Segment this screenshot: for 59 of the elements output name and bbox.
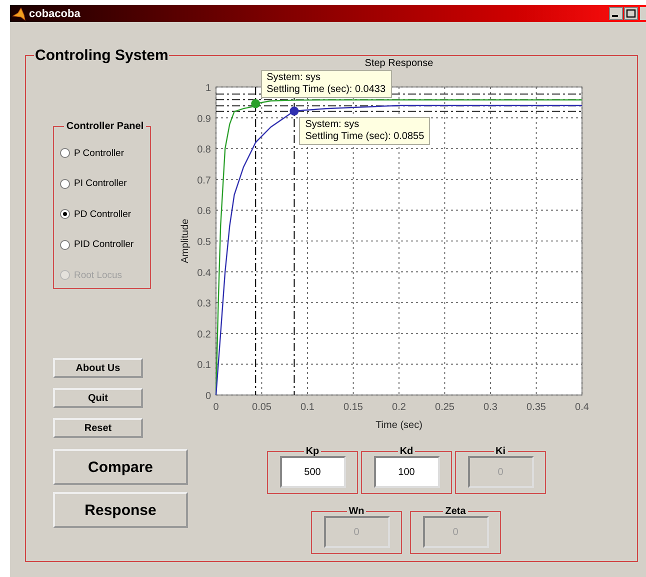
tick-label: 0.3: [197, 298, 211, 310]
tick-label: 0.2: [392, 402, 406, 413]
push-button[interactable]: Compare: [53, 449, 188, 485]
parameter-field[interactable]: 500: [280, 456, 346, 488]
radio-option[interactable]: PD Controller: [60, 199, 150, 230]
tick-label: 0.5: [197, 237, 211, 248]
data-tip-text: Settling Time (sec): 0.0433: [266, 84, 386, 96]
radio-label: PID Controller: [74, 239, 134, 250]
parameter-label: Kp: [304, 446, 320, 457]
tick-label: 0.4: [197, 268, 211, 279]
tick-label: 0.15: [344, 402, 363, 413]
tick-label: 0: [205, 391, 211, 402]
radio-option[interactable]: P Controller: [60, 138, 150, 168]
x-axis-label: Time (sec): [376, 420, 422, 431]
data-tip-text: System: sys: [305, 119, 360, 132]
tick-label: 0.35: [526, 402, 546, 413]
data-tip-text: System: sys: [266, 72, 322, 84]
push-button[interactable]: Quit: [53, 388, 143, 408]
radio-button[interactable]: [60, 209, 70, 220]
data-tip-marker: [251, 99, 260, 108]
radio-option[interactable]: PI Controller: [60, 168, 150, 199]
parameter-label: Zeta: [444, 506, 467, 517]
tick-label: 0.7: [197, 175, 211, 186]
radio-label: PD Controller: [74, 208, 132, 220]
tick-label: 0.05: [252, 402, 272, 413]
panel-title: Controling System: [34, 47, 170, 64]
radio-label: P Controller: [74, 148, 124, 159]
radio-label: PI Controller: [74, 178, 127, 190]
tick-label: 0.1: [197, 360, 211, 372]
tick-label: 0.4: [575, 402, 589, 413]
tick-label: 0.6: [197, 206, 211, 218]
app-logo-icon: [12, 6, 26, 20]
minimize-button[interactable]: [609, 7, 623, 20]
panel-title: Controller Panel: [65, 121, 145, 132]
window-title: cobacoba: [29, 8, 80, 20]
radio-button[interactable]: [60, 240, 70, 250]
radio-button[interactable]: [60, 148, 70, 158]
parameter-label: Ki: [494, 446, 506, 457]
y-axis-label: Amplitude: [180, 218, 191, 264]
tick-label: 0.8: [197, 144, 211, 156]
tick-label: 1: [205, 83, 211, 94]
maximize-button[interactable]: [624, 7, 638, 20]
chart-title: Step Response: [364, 58, 434, 69]
push-button[interactable]: Response: [53, 492, 188, 528]
push-button[interactable]: About Us: [53, 358, 143, 378]
tick-label: 0.25: [435, 402, 454, 413]
tick-label: 0.2: [197, 329, 211, 340]
radio-button[interactable]: [60, 178, 70, 189]
tick-label: 0.9: [197, 114, 211, 125]
parameter-label: Kd: [398, 446, 414, 457]
data-tip-text: Settling Time (sec): 0.0855: [305, 131, 424, 144]
tick-label: 0: [213, 402, 219, 413]
parameter-label: Wn: [348, 506, 366, 517]
tick-label: 0.3: [484, 402, 498, 413]
radio-option[interactable]: PID Controller: [60, 230, 150, 260]
push-button[interactable]: Reset: [53, 418, 143, 438]
tick-label: 0.1: [300, 402, 314, 413]
data-tip-marker: [290, 106, 299, 116]
parameter-field[interactable]: 100: [374, 456, 440, 488]
